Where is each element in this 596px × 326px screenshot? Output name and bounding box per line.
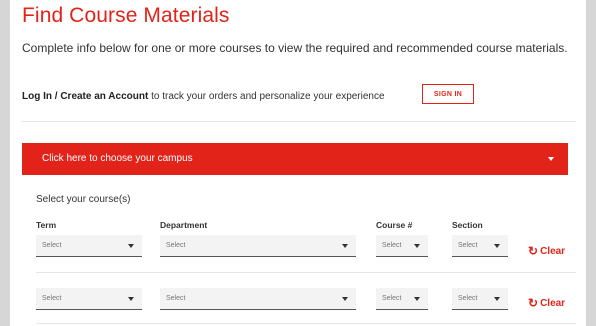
divider: [22, 121, 576, 122]
login-prompt-text: to track your orders and personalize you…: [148, 91, 385, 102]
caret-down-icon: [342, 244, 348, 248]
row-divider: [36, 272, 576, 273]
department-column-header: Department: [160, 220, 208, 230]
department-select-value: Select: [166, 242, 186, 249]
caret-down-icon: [128, 244, 134, 248]
clear-button-label: Clear: [540, 246, 566, 257]
login-prompt: Log In / Create an Account to track your…: [22, 91, 385, 102]
caret-down-icon: [494, 297, 500, 301]
course-number-select[interactable]: Select: [376, 288, 428, 310]
caret-down-icon: [494, 244, 500, 248]
course-materials-panel: Find Course Materials Complete info belo…: [10, 0, 586, 326]
course-column-header: Course #: [376, 220, 413, 230]
login-link[interactable]: Log In / Create an Account: [22, 91, 148, 102]
clear-button[interactable]: ↻ Clear: [528, 295, 566, 310]
term-select-value: Select: [42, 242, 62, 249]
course-number-select-value: Select: [382, 295, 402, 302]
department-select[interactable]: Select: [160, 288, 356, 310]
clear-button[interactable]: ↻ Clear: [528, 243, 566, 258]
caret-down-icon: [414, 244, 420, 248]
refresh-icon: ↻: [528, 244, 539, 258]
clear-button-label: Clear: [540, 298, 566, 309]
section-select[interactable]: Select: [452, 235, 508, 257]
select-courses-heading: Select your course(s): [36, 194, 131, 205]
term-column-header: Term: [36, 220, 57, 230]
caret-down-icon: [128, 297, 134, 301]
campus-selector[interactable]: Click here to choose your campus: [22, 143, 568, 175]
term-select-value: Select: [42, 295, 62, 302]
department-select-value: Select: [166, 295, 186, 302]
section-column-header: Section: [452, 220, 483, 230]
caret-down-icon: [414, 297, 420, 301]
course-number-select[interactable]: Select: [376, 235, 428, 257]
intro-text: Complete info below for one or more cour…: [22, 41, 568, 55]
campus-selector-label: Click here to choose your campus: [42, 153, 193, 164]
caret-down-icon: [548, 157, 554, 161]
term-select[interactable]: Select: [36, 288, 142, 310]
sign-in-button[interactable]: SIGN IN: [422, 84, 474, 104]
refresh-icon: ↻: [528, 296, 539, 310]
section-select-value: Select: [458, 242, 478, 249]
term-select[interactable]: Select: [36, 235, 142, 257]
page-title: Find Course Materials: [22, 4, 230, 27]
caret-down-icon: [342, 297, 348, 301]
row-divider: [36, 323, 576, 324]
course-number-select-value: Select: [382, 242, 402, 249]
department-select[interactable]: Select: [160, 235, 356, 257]
section-select[interactable]: Select: [452, 288, 508, 310]
section-select-value: Select: [458, 295, 478, 302]
